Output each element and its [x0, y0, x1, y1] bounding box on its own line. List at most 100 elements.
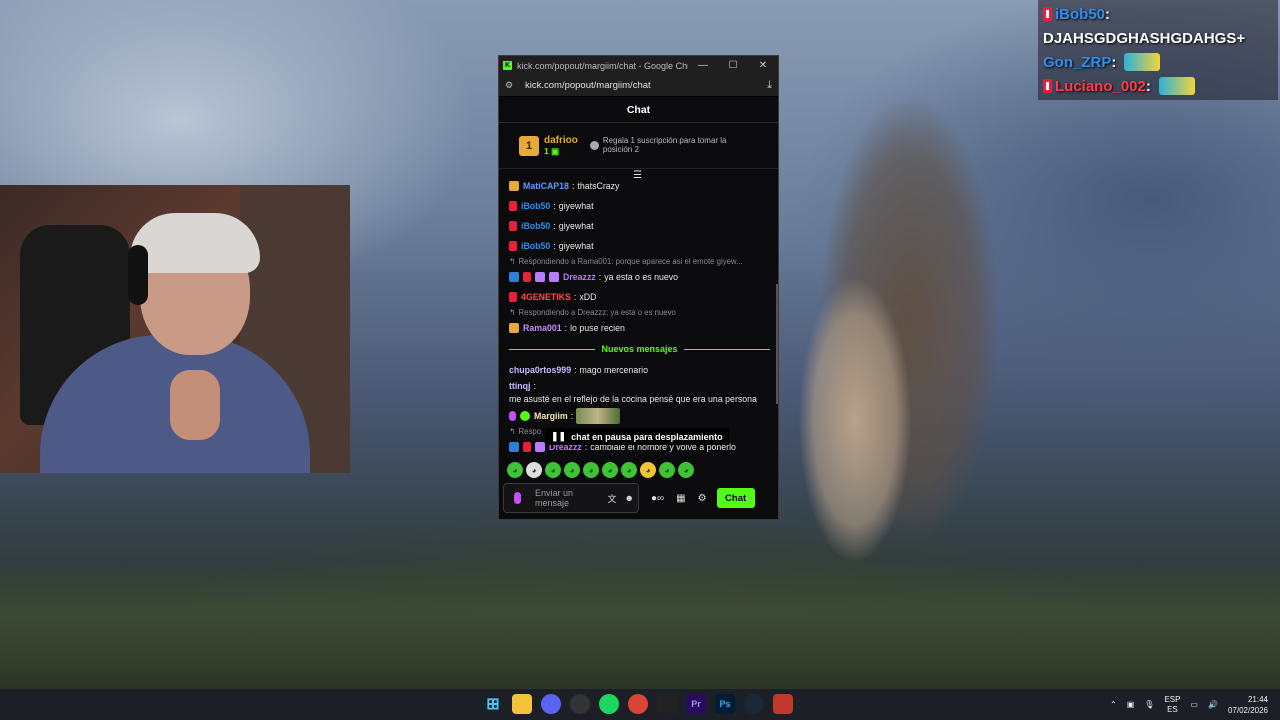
- address-bar[interactable]: ⚙ kick.com/popout/margiim/chat ⤓: [499, 75, 778, 97]
- windows-start-icon[interactable]: ⊞: [483, 694, 503, 714]
- red-badge-icon[interactable]: [509, 292, 517, 302]
- chat-message[interactable]: Margiim:: [509, 406, 770, 426]
- chat-username[interactable]: Dreazzz: [563, 271, 596, 284]
- chat-message[interactable]: ttinqj: me asusté en el reflejo de la coc…: [509, 380, 770, 406]
- emote-icon[interactable]: ◕: [545, 462, 561, 478]
- chrome-icon[interactable]: [628, 694, 648, 714]
- microphone-icon[interactable]: 🎙: [1144, 700, 1154, 709]
- green-badge-icon[interactable]: [520, 411, 530, 421]
- chat-username[interactable]: Rama001: [523, 322, 562, 335]
- reply-context[interactable]: ↰ Respondiendo a Rama001: porque aparece …: [509, 256, 770, 267]
- message-placeholder[interactable]: Enviar un mensaje: [535, 488, 600, 508]
- emote-icon[interactable]: ◕: [602, 462, 618, 478]
- steam-icon[interactable]: [744, 694, 764, 714]
- scrollbar[interactable]: [776, 284, 778, 404]
- chat-paused-notice[interactable]: ❚❚ chat en pausa para desplazamiento: [545, 428, 729, 445]
- url-text[interactable]: kick.com/popout/margiim/chat: [525, 80, 767, 91]
- settings-gear-icon[interactable]: ⚙: [698, 493, 707, 504]
- message-input[interactable]: Enviar un mensaje 文 ☻: [503, 483, 639, 513]
- red-badge-icon[interactable]: [523, 442, 531, 452]
- separator: :: [553, 240, 556, 251]
- app-icon[interactable]: [657, 694, 677, 714]
- chat-message[interactable]: iBob50: giyewhat: [509, 196, 770, 216]
- chat-message[interactable]: iBob50: giyewhat: [509, 236, 770, 256]
- mic-badge-icon[interactable]: [509, 411, 516, 421]
- chat-message[interactable]: Dreazzz: ya esta o es nuevo: [509, 267, 770, 287]
- emote-icon[interactable]: ◕: [659, 462, 675, 478]
- chat-message[interactable]: chupa0rtos999: mago mercenario: [509, 360, 770, 380]
- blue-badge-icon[interactable]: [509, 442, 519, 452]
- reply-context[interactable]: ↰ Respondiendo a Dreazzz: ya esta o es nu…: [509, 307, 770, 318]
- window-titlebar[interactable]: K kick.com/popout/margiim/chat - Google …: [499, 56, 778, 75]
- chat-message[interactable]: 4GENETIKS: xDD: [509, 287, 770, 307]
- webcam-feed: [0, 185, 350, 473]
- chat-message[interactable]: MatiCAP18: thatsCrazy: [509, 176, 770, 196]
- purple-badge-icon[interactable]: [549, 272, 559, 282]
- clock[interactable]: 21:44 07/02/2026: [1228, 694, 1268, 716]
- network-icon[interactable]: ▭: [1190, 700, 1198, 709]
- separator: :: [553, 220, 556, 231]
- emote-icon[interactable]: ◕: [507, 462, 523, 478]
- pinned-user[interactable]: dafrioo 1 ▣: [544, 135, 578, 157]
- blue-badge-icon[interactable]: [509, 272, 519, 282]
- llama-figure-small: [780, 230, 930, 610]
- volume-icon[interactable]: 🔊: [1208, 700, 1218, 709]
- translate-icon[interactable]: 文: [608, 492, 617, 505]
- gift-icon: [589, 141, 599, 150]
- chat-messages[interactable]: MatiCAP18: thatsCrazy iBob50: giyewhat iBob5…: [499, 176, 778, 458]
- chat-message[interactable]: Rama001: lo puse recien: [509, 318, 770, 338]
- maximize-icon[interactable]: ☐: [718, 60, 748, 71]
- minimize-icon[interactable]: —: [688, 60, 718, 71]
- emote-icon[interactable]: ◕: [526, 462, 542, 478]
- emote-icon: [1124, 53, 1161, 71]
- spotify-icon[interactable]: [599, 694, 619, 714]
- chat-username[interactable]: ttinqj: [509, 380, 531, 393]
- grass-foreground: [0, 560, 1280, 690]
- chat-username[interactable]: 4GENETIKS: [521, 291, 571, 304]
- file-explorer-icon[interactable]: [512, 694, 532, 714]
- obs-icon[interactable]: [570, 694, 590, 714]
- chat-username[interactable]: iBob50: [521, 220, 550, 233]
- window-title: kick.com/popout/margiim/chat - Google Ch…: [517, 60, 688, 71]
- photoshop-icon[interactable]: Ps: [715, 694, 735, 714]
- emote-icon[interactable]: ◕: [583, 462, 599, 478]
- premiere-icon[interactable]: Pr: [686, 694, 706, 714]
- close-icon[interactable]: ✕: [748, 60, 778, 71]
- mic-icon[interactable]: [514, 492, 521, 504]
- reply-text: Respondiendo a Dreazzz: ya esta o es nue…: [518, 308, 676, 317]
- chat-message-text: mago mercenario: [579, 364, 648, 375]
- site-settings-icon[interactable]: ⚙: [505, 80, 517, 91]
- send-chat-button[interactable]: Chat: [716, 488, 755, 508]
- emote-icon[interactable]: [576, 408, 621, 424]
- discord-icon[interactable]: [541, 694, 561, 714]
- red-badge-icon[interactable]: [509, 241, 517, 251]
- chat-username[interactable]: MatiCAP18: [523, 180, 569, 193]
- emote-icon[interactable]: ◕: [621, 462, 637, 478]
- emote-icon[interactable]: ◕: [678, 462, 694, 478]
- emote-icon[interactable]: ◕: [640, 462, 656, 478]
- chat-message[interactable]: iBob50: giyewhat: [509, 216, 770, 236]
- clock-date: 07/02/2026: [1227, 705, 1268, 715]
- chat-username[interactable]: Margiim: [534, 410, 568, 423]
- crown-badge-icon[interactable]: [509, 323, 519, 333]
- tray-app-icon[interactable]: ▣: [1127, 700, 1135, 709]
- red-badge-icon[interactable]: [523, 272, 531, 282]
- chat-username[interactable]: iBob50: [521, 240, 550, 253]
- purple-badge-icon[interactable]: [535, 272, 545, 282]
- red-badge-icon[interactable]: [509, 221, 517, 231]
- app-icon[interactable]: [773, 694, 793, 714]
- users-infinity-icon[interactable]: ●∞: [651, 493, 664, 504]
- crown-badge-icon[interactable]: [509, 181, 519, 191]
- language-indicator[interactable]: ESP ES: [1164, 695, 1180, 715]
- chat-username[interactable]: chupa0rtos999: [509, 364, 571, 377]
- purple-badge-icon[interactable]: [535, 442, 545, 452]
- red-badge-icon[interactable]: [509, 201, 517, 211]
- chat-username[interactable]: iBob50: [521, 200, 550, 213]
- chevron-up-icon[interactable]: ⌃: [1110, 700, 1117, 709]
- overlay-username: iBob50: [1055, 5, 1106, 23]
- store-icon[interactable]: ▦: [676, 493, 685, 504]
- download-icon[interactable]: ⤓: [767, 79, 772, 92]
- emote-icon[interactable]: ◕: [564, 462, 580, 478]
- chat-message-text: me asusté en el reflejo de la cocina pen…: [509, 394, 757, 404]
- emoji-icon[interactable]: ☻: [625, 493, 634, 503]
